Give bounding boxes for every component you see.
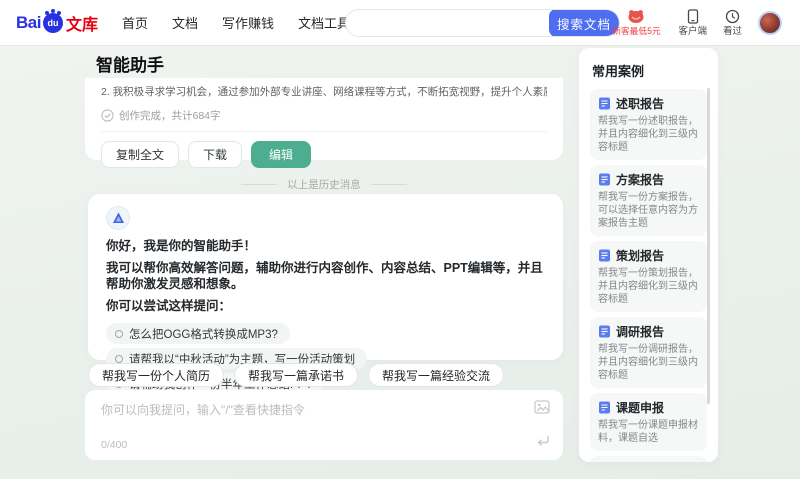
new-customer-promo[interactable]: 新客最低5元 xyxy=(610,9,663,37)
viewed-label: 看过 xyxy=(722,25,742,37)
sidebar-scrollbar[interactable] xyxy=(707,88,710,404)
upload-image-icon[interactable] xyxy=(534,400,550,419)
quick-chip-commitment[interactable]: 帮我写一篇承诺书 xyxy=(234,363,359,387)
baidu-paw-icon: du xyxy=(42,8,63,33)
search-bar: 搜索文档 xyxy=(345,9,620,37)
history-divider: 以上是历史消息 xyxy=(85,177,563,192)
case-card-debrief-report[interactable]: 述职报告 帮我写一份述职报告，并且内容细化到三级内容标题 xyxy=(590,89,707,160)
nav-item-home[interactable]: 首页 xyxy=(122,13,148,32)
creation-status: 创作完成，共计684字 xyxy=(101,108,547,123)
search-docs-button[interactable]: 搜索文档 xyxy=(549,10,619,36)
baidu-wenku-logo[interactable]: Bai du 文库 xyxy=(16,8,98,35)
edit-button[interactable]: 编辑 xyxy=(251,141,312,168)
case-desc: 帮我写一份课题申报材料，课题自选 xyxy=(598,420,698,444)
page: Bai du 文库 首页 文档 写作赚钱 文档工具 更多 搜索文档 xyxy=(0,0,800,479)
case-title: 方案报告 xyxy=(616,173,665,187)
divider-line-right xyxy=(370,184,407,185)
document-icon xyxy=(599,325,610,338)
viewed-history-entry[interactable]: 看过 xyxy=(723,9,742,37)
case-title: 述职报告 xyxy=(616,97,665,111)
client-app-entry[interactable]: 客户端 xyxy=(678,9,707,37)
promo-label: 新客最低5元 xyxy=(611,26,661,37)
case-desc: 帮我写一份述职报告，并且内容细化到三级内容标题 xyxy=(598,116,698,153)
chat-input-card: 0/400 xyxy=(85,390,563,460)
assistant-intro: 我可以帮你高效解答问题，辅助你进行内容创作、内容总结、PPT编辑等，并且帮助你激… xyxy=(106,260,543,292)
check-circle-icon xyxy=(101,109,114,122)
case-title: 调研报告 xyxy=(616,325,665,339)
promo-icon xyxy=(628,9,644,23)
wenku-logo-icon xyxy=(112,212,124,223)
history-partial-text: 2. 我积极寻求学习机会，通过参加外部专业讲座、网络课程等方式，不断拓宽视野，提… xyxy=(101,86,547,98)
logo-du-text: du xyxy=(47,17,59,28)
quick-chip-experience[interactable]: 帮我写一篇经验交流 xyxy=(368,363,505,387)
quick-prompt-row: 帮我写一份个人简历 帮我写一篇承诺书 帮我写一篇经验交流 xyxy=(88,363,505,387)
assistant-greeting: 你好，我是你的智能助手！ xyxy=(106,239,257,253)
case-desc: 帮我写一份方案报告，可以选择任意内容为方案报告主题 xyxy=(598,192,698,229)
divider-line-left xyxy=(241,184,278,185)
header: Bai du 文库 首页 文档 写作赚钱 文档工具 更多 搜索文档 xyxy=(0,0,800,45)
case-desc: 帮我写一份策划报告，并且内容细化到三级内容标题 xyxy=(598,268,698,305)
logo-wenku-text: 文库 xyxy=(65,16,98,34)
chat-input[interactable] xyxy=(85,390,563,434)
phone-icon xyxy=(687,9,698,24)
user-avatar[interactable] xyxy=(758,10,782,35)
case-card-project-application[interactable]: 课题申报 帮我写一份课题申报材料，课题自选 xyxy=(590,393,707,451)
quick-chip-resume[interactable]: 帮我写一份个人简历 xyxy=(88,363,225,387)
assistant-try-hint: 你可以尝试这样提问： xyxy=(106,298,232,313)
document-icon xyxy=(599,97,610,110)
history-divider-text: 以上是历史消息 xyxy=(287,179,361,191)
client-label: 客户端 xyxy=(678,25,707,37)
case-title: 策划报告 xyxy=(616,249,665,263)
enter-send-icon[interactable] xyxy=(536,434,550,452)
nav-item-earn[interactable]: 写作赚钱 xyxy=(222,13,274,32)
bullet-circle-icon xyxy=(115,329,123,338)
creation-status-text: 创作完成，共计684字 xyxy=(119,110,221,122)
case-card-research-report[interactable]: 调研报告 帮我写一份调研报告，并且内容细化到三级内容标题 xyxy=(590,317,707,388)
history-separator xyxy=(101,131,547,132)
case-card-planning-report[interactable]: 策划报告 帮我写一份策划报告，并且内容细化到三级内容标题 xyxy=(590,241,707,312)
document-icon xyxy=(599,401,610,414)
page-title: 智能助手 xyxy=(96,56,164,75)
download-button[interactable]: 下载 xyxy=(188,141,243,168)
common-cases-title: 常用案例 xyxy=(592,64,645,79)
bullet-circle-icon xyxy=(115,354,123,363)
char-counter: 0/400 xyxy=(101,439,128,451)
history-actions: 复制全文 下载 编辑 xyxy=(101,141,547,168)
logo-bai-text: Bai xyxy=(16,12,41,32)
header-right: 新客最低5元 客户端 看过 xyxy=(610,0,782,45)
assistant-avatar xyxy=(106,206,130,230)
suggestion-chip[interactable]: 怎么把OGG格式转换成MP3? xyxy=(106,323,290,344)
clock-icon xyxy=(725,9,740,23)
document-icon xyxy=(599,249,610,262)
document-icon xyxy=(599,173,610,186)
case-card-work-report[interactable]: 工作报告 帮我写一份工作报告，工作类型随机 xyxy=(590,456,707,462)
nav-item-docs[interactable]: 文档 xyxy=(172,13,198,32)
common-cases-panel: 常用案例 述职报告 帮我写一份述职报告，并且内容细化到三级内容标题 方案报告 帮… xyxy=(579,48,718,462)
case-desc: 帮我写一份调研报告，并且内容细化到三级内容标题 xyxy=(598,344,698,381)
assistant-message-card: 你好，我是你的智能助手！ 我可以帮你高效解答问题，辅助你进行内容创作、内容总结、… xyxy=(88,194,563,394)
case-title: 课题申报 xyxy=(616,401,665,415)
suggestion-text: 怎么把OGG格式转换成MP3? xyxy=(129,328,278,341)
copy-all-button[interactable]: 复制全文 xyxy=(101,141,180,168)
history-result-card: 2. 我积极寻求学习机会，通过参加外部专业讲座、网络课程等方式，不断拓宽视野，提… xyxy=(85,78,563,168)
nav-item-tools[interactable]: 文档工具 xyxy=(298,13,350,32)
case-card-plan-report[interactable]: 方案报告 帮我写一份方案报告，可以选择任意内容为方案报告主题 xyxy=(590,165,707,236)
search-input[interactable] xyxy=(346,10,549,36)
